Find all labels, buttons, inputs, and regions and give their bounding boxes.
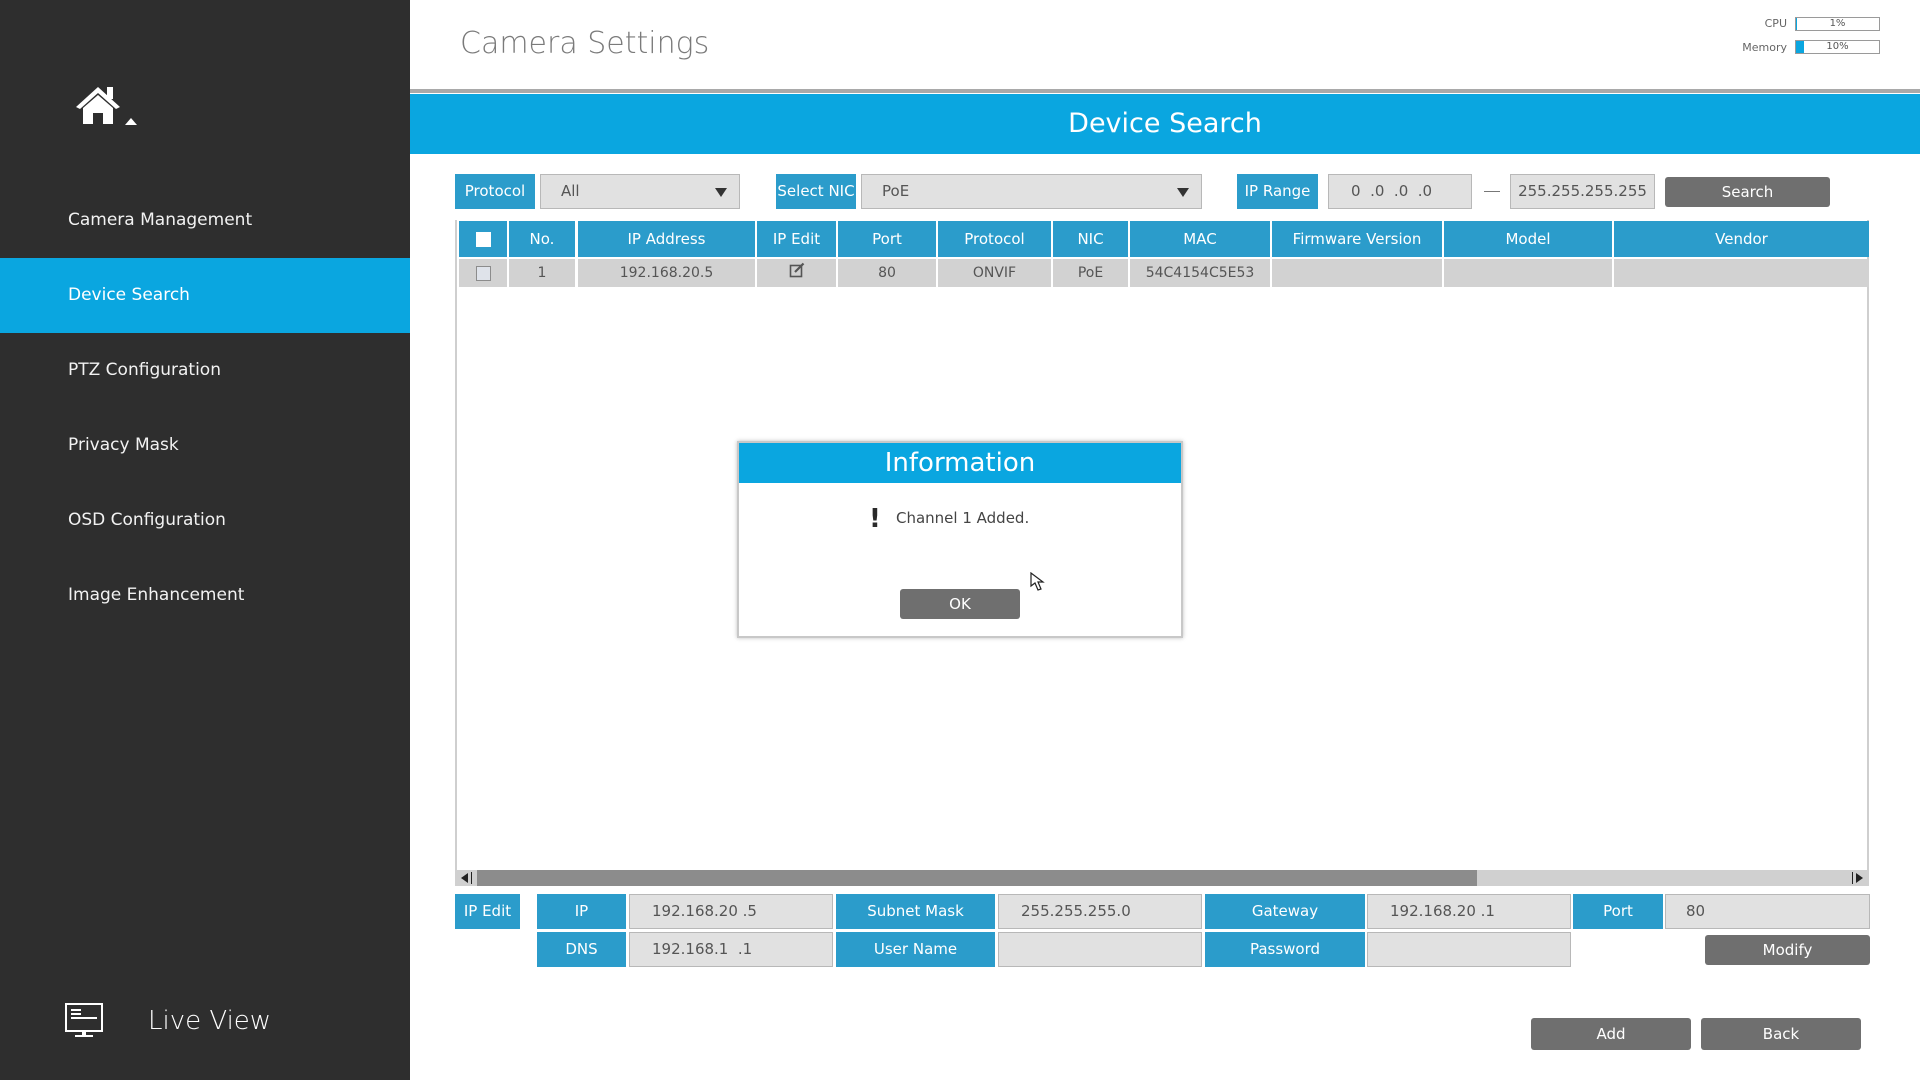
dialog-message: Channel 1 Added.: [896, 509, 1030, 527]
cpu-value: 1%: [1829, 18, 1846, 29]
range-dash: [1484, 191, 1500, 192]
dialog-title: Information: [739, 443, 1181, 483]
column-header-vendor: Vendor: [1614, 221, 1869, 257]
cell-model: [1444, 259, 1612, 287]
scrollbar-thumb[interactable]: [477, 870, 1477, 886]
nic-value: PoE: [882, 182, 910, 200]
back-button[interactable]: Back: [1701, 1018, 1861, 1050]
search-button[interactable]: Search: [1665, 177, 1830, 207]
select-all-header: [459, 221, 507, 257]
mouse-cursor-icon: [1030, 572, 1045, 591]
modify-button[interactable]: Modify: [1705, 935, 1870, 965]
cell-vendor: [1614, 259, 1869, 287]
cell-nic: PoE: [1053, 259, 1128, 287]
column-header-model: Model: [1444, 221, 1612, 257]
column-header-mac: MAC: [1130, 221, 1270, 257]
add-button[interactable]: Add: [1531, 1018, 1691, 1050]
column-header-no: No.: [509, 221, 575, 257]
sidebar-item-ptz-configuration[interactable]: PTZ Configuration: [0, 333, 410, 408]
cpu-label: CPU: [1764, 17, 1787, 30]
live-view-label: Live View: [148, 1006, 272, 1036]
subnet-mask-label: Subnet Mask: [836, 894, 995, 929]
sidebar-item-osd-configuration[interactable]: OSD Configuration: [0, 483, 410, 558]
scroll-right-icon[interactable]: [1851, 870, 1867, 886]
sidebar-item-device-search[interactable]: Device Search: [0, 258, 410, 333]
ok-button[interactable]: OK: [900, 589, 1020, 619]
select-nic-label: Select NIC: [776, 174, 856, 209]
ip-label: IP: [537, 894, 626, 929]
ip-input[interactable]: 192.168.20 .5: [629, 894, 833, 929]
sidebar-item-privacy-mask[interactable]: Privacy Mask: [0, 408, 410, 483]
cpu-meter-fill: [1796, 18, 1797, 30]
cell-firmware-version: [1272, 259, 1442, 287]
gateway-label: Gateway: [1205, 894, 1365, 929]
memory-meter-fill: [1796, 41, 1805, 53]
protocol-label: Protocol: [455, 174, 535, 209]
caret-up-icon[interactable]: [125, 118, 137, 125]
cell-ip-edit: [757, 259, 836, 287]
dns-label: DNS: [537, 932, 626, 967]
horizontal-scrollbar[interactable]: [455, 870, 1869, 886]
port-input[interactable]: 80: [1665, 894, 1870, 929]
information-dialog: Information ! Channel 1 Added. OK: [737, 441, 1183, 638]
cell-protocol: ONVIF: [938, 259, 1051, 287]
edit-icon[interactable]: [789, 262, 805, 278]
column-header-ip-edit: IP Edit: [757, 221, 836, 257]
dropdown-arrow-icon: [715, 188, 727, 197]
memory-label: Memory: [1742, 41, 1787, 54]
scroll-left-icon[interactable]: [457, 870, 473, 886]
select-all-checkbox[interactable]: [475, 232, 491, 247]
protocol-dropdown[interactable]: All: [540, 174, 740, 209]
gateway-input[interactable]: 192.168.20 .1: [1367, 894, 1571, 929]
page-title: Camera Settings: [460, 26, 710, 61]
monitor-icon: [65, 1003, 103, 1037]
home-icon[interactable]: [74, 85, 122, 125]
sidebar-item-image-enhancement[interactable]: Image Enhancement: [0, 558, 410, 633]
password-label: Password: [1205, 932, 1365, 967]
row-checkbox-cell: [459, 259, 507, 287]
user-name-input[interactable]: [998, 932, 1202, 967]
ip-range-start-input[interactable]: 0 .0 .0 .0: [1328, 174, 1472, 209]
header-divider: [410, 89, 1920, 93]
column-header-nic: NIC: [1053, 221, 1128, 257]
port-label: Port: [1573, 894, 1663, 929]
live-view-button[interactable]: Live View: [62, 996, 362, 1046]
nic-dropdown[interactable]: PoE: [861, 174, 1202, 209]
column-header-port: Port: [838, 221, 936, 257]
sidebar-item-camera-management[interactable]: Camera Management: [0, 183, 410, 258]
cell-ip-address: 192.168.20.5: [578, 259, 755, 287]
row-checkbox[interactable]: [475, 265, 491, 281]
ip-range-label: IP Range: [1237, 174, 1318, 209]
cell-mac: 54C4154C5E53: [1130, 259, 1270, 287]
protocol-value: All: [561, 182, 580, 200]
cpu-meter: 1%: [1795, 17, 1880, 31]
cell-no: 1: [509, 259, 575, 287]
dropdown-arrow-icon: [1177, 188, 1189, 197]
ip-edit-section-label: IP Edit: [455, 894, 520, 929]
password-input[interactable]: [1367, 932, 1571, 967]
column-header-ip-address: IP Address: [578, 221, 755, 257]
exclamation-icon: !: [869, 504, 881, 534]
ip-range-end-input[interactable]: 255.255.255.255: [1510, 174, 1655, 209]
column-header-firmware-version: Firmware Version: [1272, 221, 1442, 257]
memory-meter: 10%: [1795, 40, 1880, 54]
memory-value: 10%: [1826, 41, 1849, 52]
subnet-mask-input[interactable]: 255.255.255.0: [998, 894, 1202, 929]
user-name-label: User Name: [836, 932, 995, 967]
cell-port: 80: [838, 259, 936, 287]
sidebar: Camera Management Device Search PTZ Conf…: [0, 0, 410, 1080]
dns-input[interactable]: 192.168.1 .1: [629, 932, 833, 967]
column-header-protocol: Protocol: [938, 221, 1051, 257]
section-title: Device Search: [410, 94, 1920, 154]
